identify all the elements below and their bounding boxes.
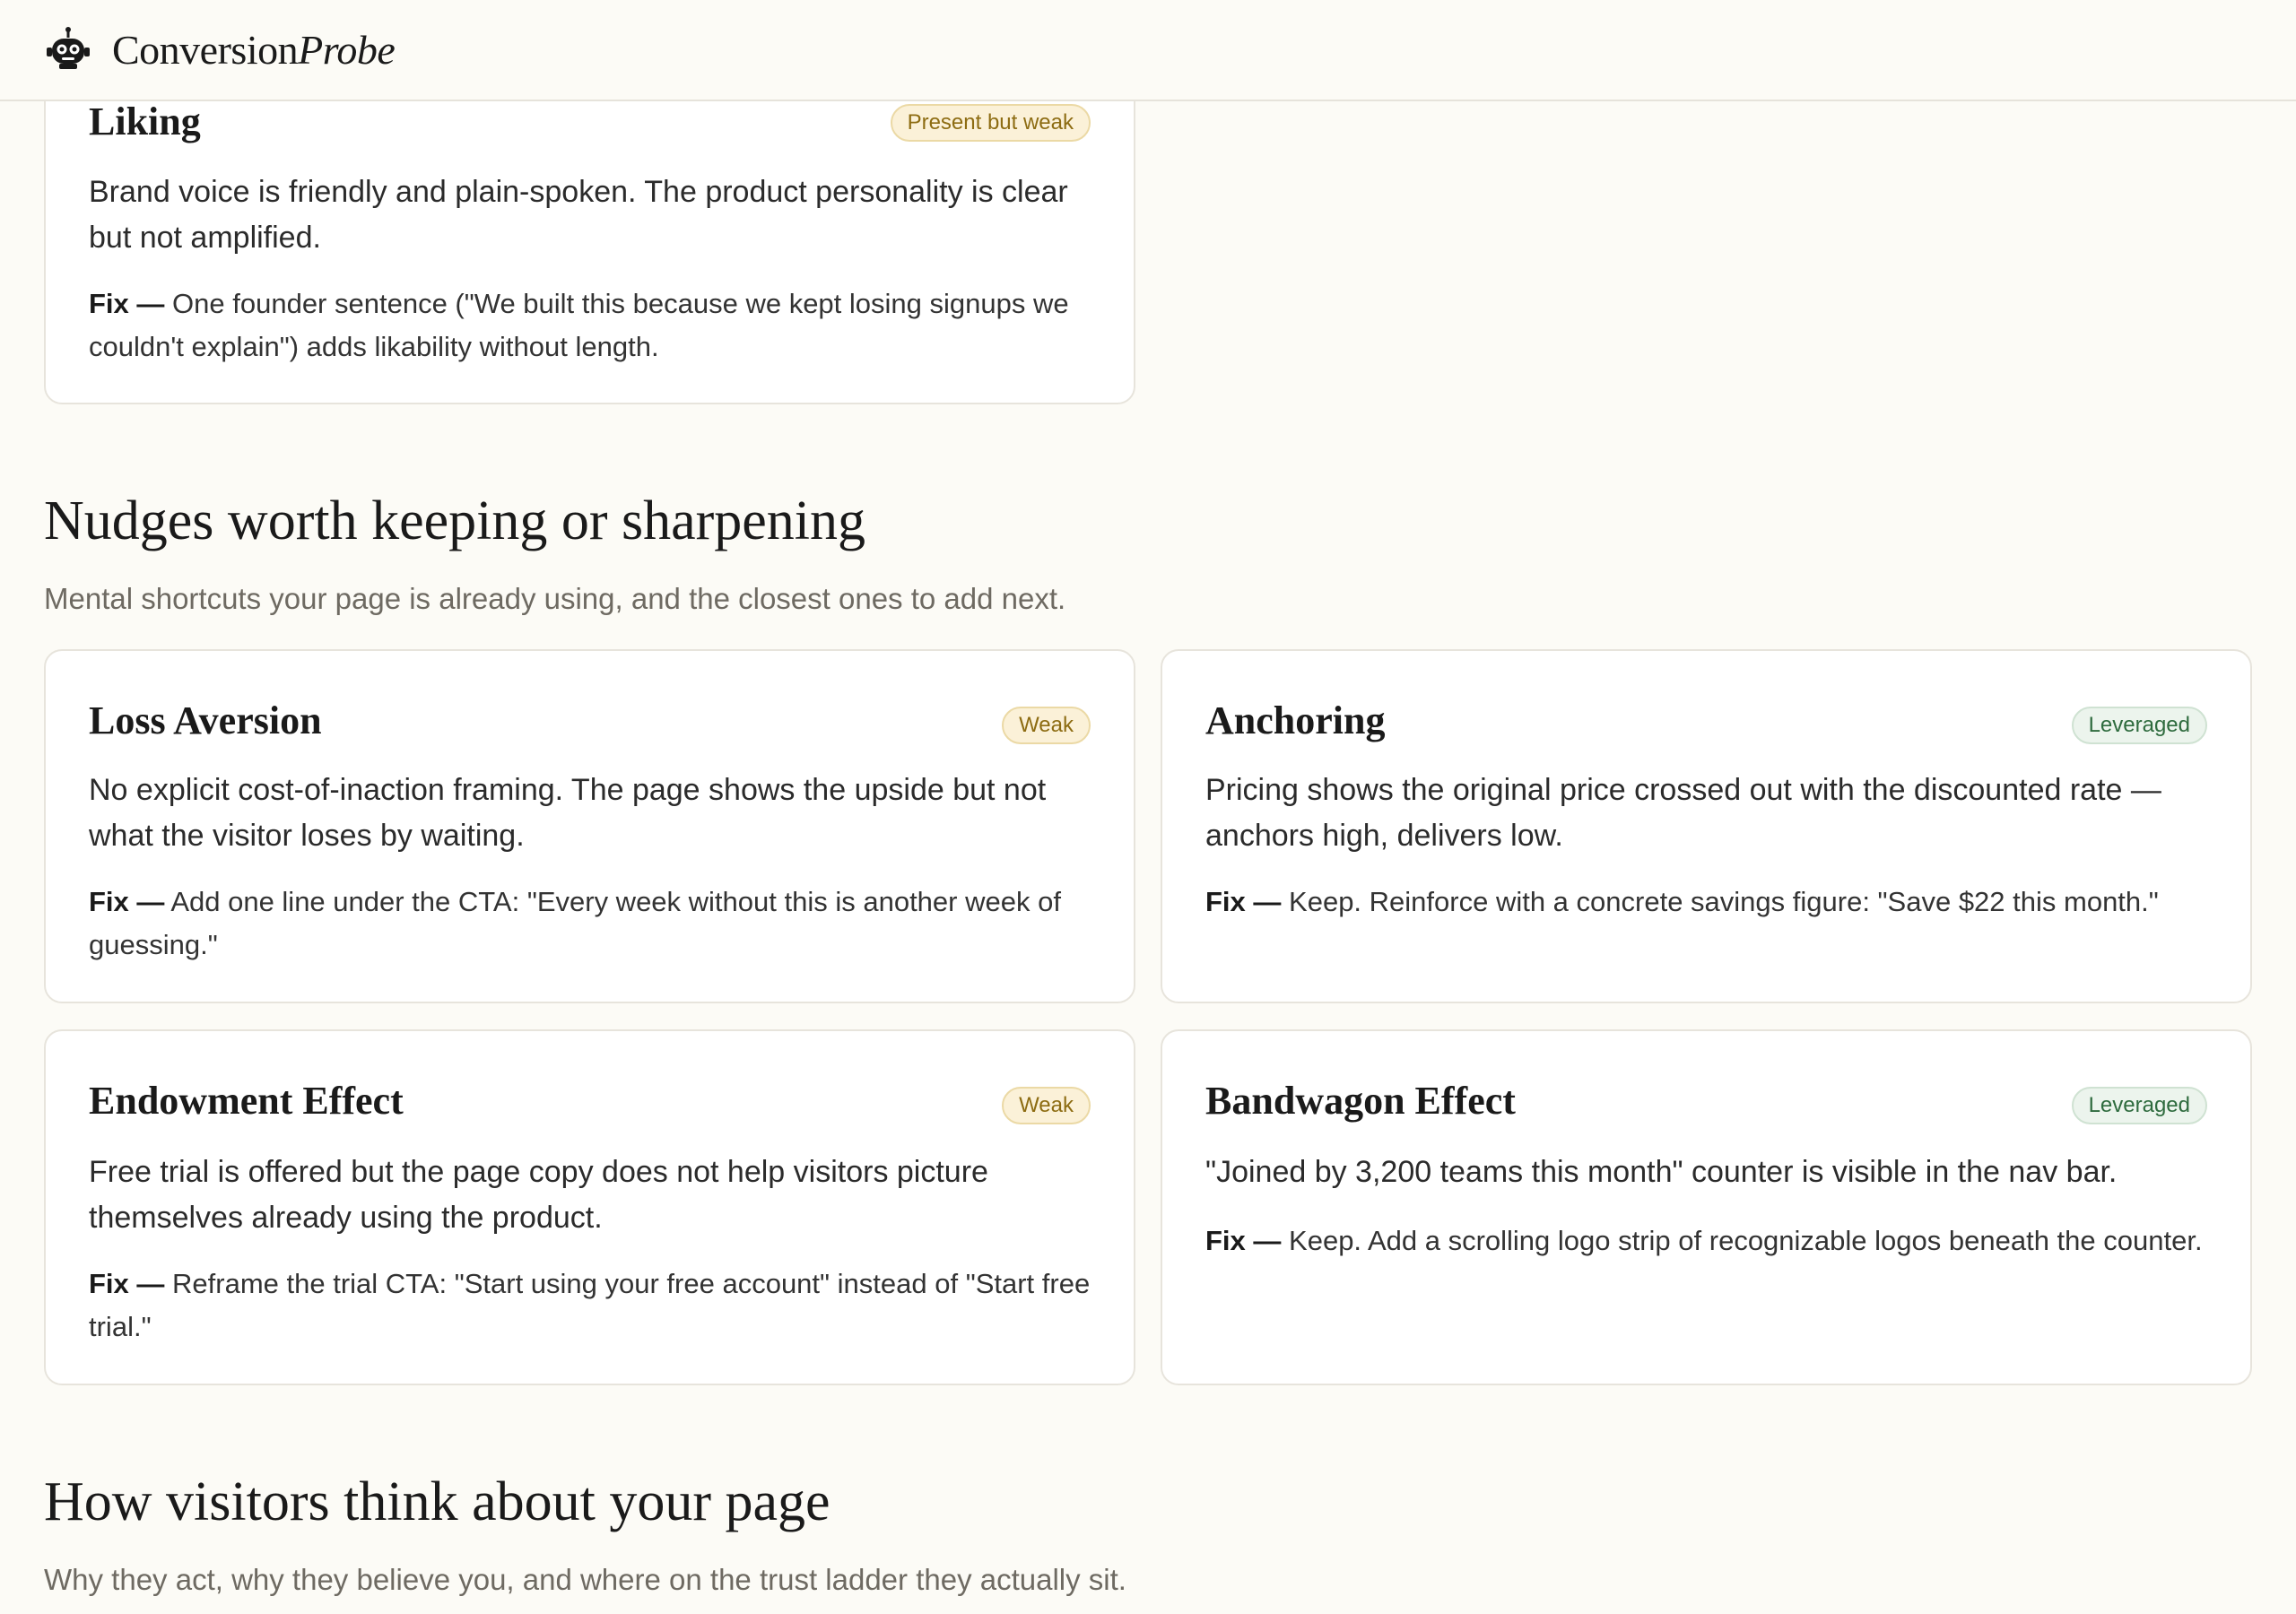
fix-label: Fix — (89, 886, 165, 917)
status-badge: Leveraged (2071, 1087, 2207, 1124)
status-badge: Leveraged (2071, 707, 2207, 744)
brand-logo[interactable]: ConversionProbe (112, 26, 396, 74)
brand-name-accent: Probe (298, 27, 396, 73)
card-fix: Fix — Add one line under the CTA: "Every… (89, 881, 1091, 967)
brand-name: Conversion (112, 27, 299, 73)
nudge-card-endowment-effect: Endowment Effect Weak Free trial is offe… (44, 1029, 1135, 1385)
card-description: "Joined by 3,200 teams this month" count… (1205, 1155, 2118, 1189)
card-description: No explicit cost-of-inaction framing. Th… (89, 773, 1047, 853)
card-description: Brand voice is friendly and plain-spoken… (89, 175, 1068, 255)
section-subtitle-visitors: Why they act, why they believe you, and … (44, 1563, 1126, 1596)
fix-label: Fix — (1205, 1225, 1282, 1256)
card-fix: Fix — One founder sentence ("We built th… (89, 282, 1091, 369)
report-page: ConversionProbe Liking Present but weak … (0, 0, 2296, 1614)
fix-text: Keep. Reinforce with a concrete savings … (1289, 886, 2159, 917)
card-title: Anchoring (1205, 699, 1386, 742)
section-title-nudges: Nudges worth keeping or sharpening (44, 490, 866, 551)
fix-label: Fix — (89, 288, 165, 319)
fix-text: Keep. Add a scrolling logo strip of reco… (1289, 1225, 2203, 1256)
top-bar: ConversionProbe (0, 0, 2296, 101)
fix-text: One founder sentence ("We built this bec… (89, 288, 1069, 362)
nudge-card-loss-aversion: Loss Aversion Weak No explicit cost-of-i… (44, 649, 1135, 1003)
nudge-card-bandwagon-effect: Bandwagon Effect Leveraged "Joined by 3,… (1161, 1029, 2252, 1385)
fix-text: Reframe the trial CTA: "Start using your… (89, 1268, 1091, 1342)
card-title: Bandwagon Effect (1205, 1079, 1516, 1123)
card-description: Free trial is offered but the page copy … (89, 1155, 988, 1235)
fix-label: Fix — (89, 1268, 165, 1299)
section-subtitle-nudges: Mental shortcuts your page is already us… (44, 582, 1066, 615)
card-fix: Fix — Reframe the trial CTA: "Start usin… (89, 1263, 1091, 1349)
status-badge: Weak (1002, 707, 1091, 744)
status-badge: Present but weak (890, 104, 1091, 142)
card-title: Loss Aversion (89, 699, 322, 742)
nudge-card-anchoring: Anchoring Leveraged Pricing shows the or… (1161, 649, 2252, 1003)
liking-card: Liking Present but weak Brand voice is f… (44, 54, 1135, 404)
card-fix: Fix — Keep. Add a scrolling logo strip o… (1205, 1219, 2207, 1263)
card-fix: Fix — Keep. Reinforce with a concrete sa… (1205, 881, 2207, 924)
status-badge: Weak (1002, 1087, 1091, 1124)
fix-text: Add one line under the CTA: "Every week … (89, 886, 1061, 960)
section-title-visitors: How visitors think about your page (44, 1471, 831, 1532)
card-title: Endowment Effect (89, 1079, 404, 1123)
card-title: Liking (89, 100, 201, 143)
robot-mascot-icon[interactable] (44, 26, 92, 74)
card-description: Pricing shows the original price crossed… (1205, 773, 2161, 853)
fix-label: Fix — (1205, 886, 1282, 917)
